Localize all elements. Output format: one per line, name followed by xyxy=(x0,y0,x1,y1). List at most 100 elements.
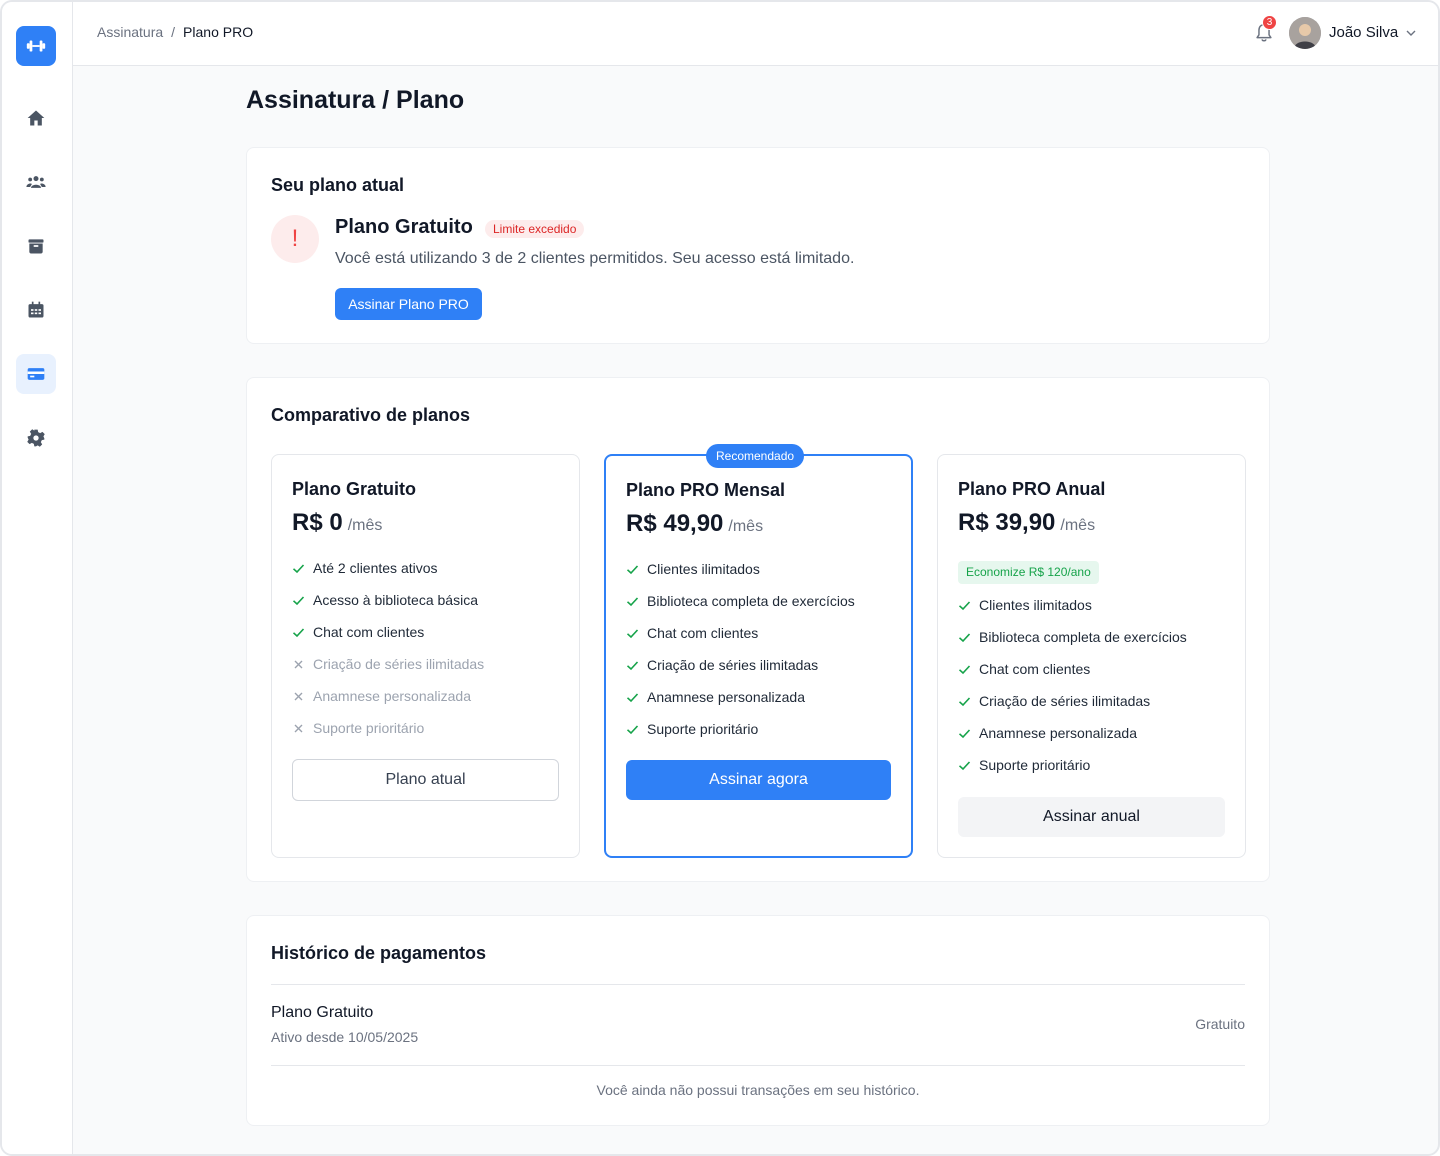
subscribe-monthly-button[interactable]: Assinar agora xyxy=(626,760,891,800)
plan-name: Plano PRO Anual xyxy=(958,479,1106,499)
feature-text: Clientes ilimitados xyxy=(647,561,760,577)
x-icon xyxy=(294,660,303,668)
feature-text: Anamnese personalizada xyxy=(313,688,471,704)
feature-item-disabled: Criação de séries ilimitadas xyxy=(292,656,484,672)
check-icon xyxy=(626,596,639,606)
sidebar-item-clients[interactable] xyxy=(16,162,56,202)
plan-price: R$ 49,90 /mês xyxy=(626,510,763,538)
history-item-date: Ativo desde 10/05/2025 xyxy=(271,1029,419,1045)
plan-price-period: /mês xyxy=(347,517,383,534)
savings-badge: Economize R$ 120/ano xyxy=(958,561,1099,584)
plan-price-amount: R$ 39,90 xyxy=(958,509,1056,536)
feature-item: Acesso à biblioteca básica xyxy=(292,592,478,608)
recommended-badge: Recomendado xyxy=(706,444,805,468)
feature-text: Criação de séries ilimitadas xyxy=(313,656,485,672)
sidebar xyxy=(2,2,73,1154)
x-icon xyxy=(294,692,303,700)
plan-price-period: /mês xyxy=(1060,517,1096,534)
sidebar-item-home[interactable] xyxy=(16,98,56,138)
current-plan-name: Plano Gratuito xyxy=(335,216,473,238)
current-plan-button[interactable]: Plano atual xyxy=(292,759,559,801)
dumbbell-icon xyxy=(26,40,46,52)
check-icon xyxy=(958,632,971,642)
feature-text: Até 2 clientes ativos xyxy=(313,560,438,576)
chevron-down-icon[interactable] xyxy=(1404,26,1418,40)
feature-item: Criação de séries ilimitadas xyxy=(958,693,1150,709)
feature-item: Até 2 clientes ativos xyxy=(292,560,438,576)
check-icon xyxy=(626,628,639,638)
sidebar-item-settings[interactable] xyxy=(16,418,56,458)
check-icon xyxy=(626,564,639,574)
plan-name: Plano Gratuito xyxy=(292,479,417,499)
plan-price-amount: R$ 49,90 xyxy=(626,510,724,537)
current-plan-description: Você está utilizando 3 de 2 clientes per… xyxy=(335,250,855,267)
feature-text: Biblioteca completa de exercícios xyxy=(647,593,855,609)
warning-icon: ! xyxy=(271,215,319,263)
check-icon xyxy=(626,692,639,702)
breadcrumb: Assinatura / Plano PRO xyxy=(97,24,253,40)
payment-history-card: Histórico de pagamentos Plano Gratuito A… xyxy=(246,915,1270,1126)
plan-price: R$ 0 /mês xyxy=(292,509,382,537)
feature-item: Anamnese personalizada xyxy=(958,725,1137,741)
plan-name: Plano PRO Mensal xyxy=(626,480,786,500)
divider xyxy=(271,984,1245,985)
history-empty-message: Você ainda não possui transações em seu … xyxy=(596,1082,920,1098)
check-icon xyxy=(626,660,639,670)
feature-item: Suporte prioritário xyxy=(958,757,1090,773)
feature-item: Biblioteca completa de exercícios xyxy=(958,629,1187,645)
sidebar-item-calendar[interactable] xyxy=(16,290,56,330)
breadcrumb-current: Plano PRO xyxy=(183,24,254,40)
feature-item: Clientes ilimitados xyxy=(958,597,1092,613)
feature-text: Chat com clientes xyxy=(647,625,759,641)
feature-item: Suporte prioritário xyxy=(626,721,758,737)
history-section-title: Histórico de pagamentos xyxy=(271,943,487,963)
plan-comparison-card: Comparativo de planos Plano Gratuito R$ … xyxy=(246,377,1270,882)
gear-icon xyxy=(27,429,45,447)
home-icon xyxy=(27,110,45,126)
plan-price: R$ 39,90 /mês xyxy=(958,509,1095,537)
feature-item: Chat com clientes xyxy=(958,661,1090,677)
plan-card-free: Plano Gratuito R$ 0 /mês Até 2 clientes … xyxy=(271,454,580,858)
plan-price-amount: R$ 0 xyxy=(292,509,343,536)
check-icon xyxy=(626,724,639,734)
archive-icon xyxy=(28,239,44,254)
plan-card-pro-monthly: Recomendado Plano PRO Mensal R$ 49,90 /m… xyxy=(604,444,913,858)
credit-card-icon xyxy=(27,368,45,380)
subscribe-pro-button[interactable]: Assinar Plano PRO xyxy=(335,288,482,320)
history-item-name: Plano Gratuito xyxy=(271,1004,374,1021)
feature-item-disabled: Suporte prioritário xyxy=(292,720,424,736)
breadcrumb-parent[interactable]: Assinatura xyxy=(97,24,163,40)
avatar[interactable] xyxy=(1289,17,1321,49)
app-window: Assinatura / Plano PRO 3 João Silva Assi… xyxy=(0,0,1440,1156)
calendar-icon xyxy=(28,301,44,318)
check-icon xyxy=(958,600,971,610)
check-icon xyxy=(958,760,971,770)
feature-text: Chat com clientes xyxy=(979,661,1091,677)
app-logo[interactable] xyxy=(16,26,56,66)
plan-card-pro-annual: Plano PRO Anual R$ 39,90 /mês Economize … xyxy=(937,454,1246,858)
check-icon xyxy=(292,627,305,637)
feature-item: Biblioteca completa de exercícios xyxy=(626,593,855,609)
feature-item: Anamnese personalizada xyxy=(626,689,805,705)
feature-item: Chat com clientes xyxy=(626,625,758,641)
limit-exceeded-badge: Limite excedido xyxy=(485,220,585,238)
feature-text: Clientes ilimitados xyxy=(979,597,1092,613)
sidebar-item-library[interactable] xyxy=(16,226,56,266)
subscribe-annual-button[interactable]: Assinar anual xyxy=(958,797,1225,837)
feature-text: Suporte prioritário xyxy=(979,757,1091,773)
plan-price-period: /mês xyxy=(728,518,764,535)
check-icon xyxy=(958,664,971,674)
feature-item: Chat com clientes xyxy=(292,624,424,640)
feature-item: Clientes ilimitados xyxy=(626,561,760,577)
breadcrumb-separator: / xyxy=(171,24,176,40)
feature-text: Suporte prioritário xyxy=(647,721,759,737)
divider xyxy=(271,1065,1245,1066)
sidebar-item-subscription[interactable] xyxy=(16,354,56,394)
check-icon xyxy=(292,595,305,605)
feature-item: Criação de séries ilimitadas xyxy=(626,657,818,673)
feature-text: Anamnese personalizada xyxy=(647,689,805,705)
avatar-image xyxy=(1289,17,1321,49)
user-name[interactable]: João Silva xyxy=(1329,24,1398,41)
feature-text: Suporte prioritário xyxy=(313,720,425,736)
check-icon xyxy=(292,563,305,573)
